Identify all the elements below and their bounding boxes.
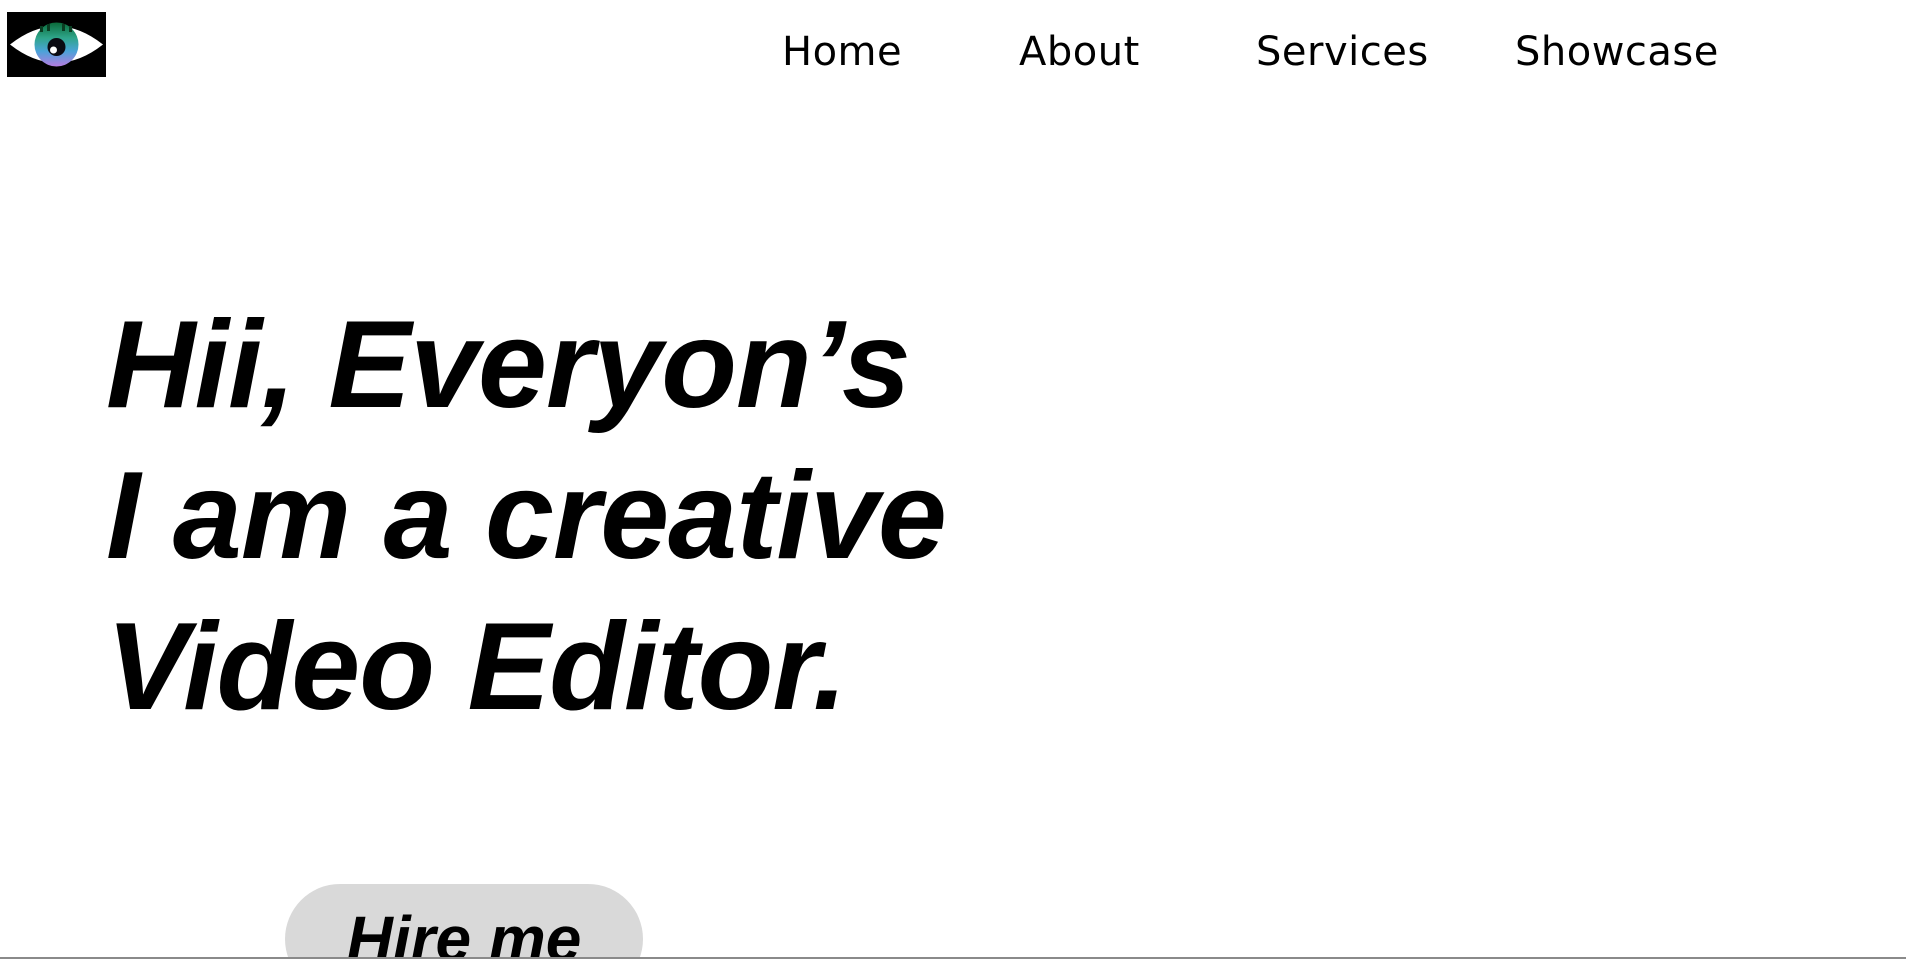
hero-line-intro: I am a creative [106,447,947,585]
hero-line-role: Video Editor. [106,598,847,736]
hero-line-greeting: Hii, Everyon’s [106,296,911,434]
portfolio-page: Home About Services Showcase Hii, Everyo… [0,0,1906,959]
hire-me-button[interactable]: Hire me [285,884,643,959]
hero-heading: Hii, Everyon’s I am a creative Video Edi… [106,290,947,743]
nav-services-link[interactable]: Services [1256,22,1429,82]
nav-showcase-link[interactable]: Showcase [1515,22,1719,82]
nav-about-link[interactable]: About [1019,22,1140,82]
nav-home-link[interactable]: Home [782,22,902,82]
main-nav: Home About Services Showcase [0,22,1906,82]
